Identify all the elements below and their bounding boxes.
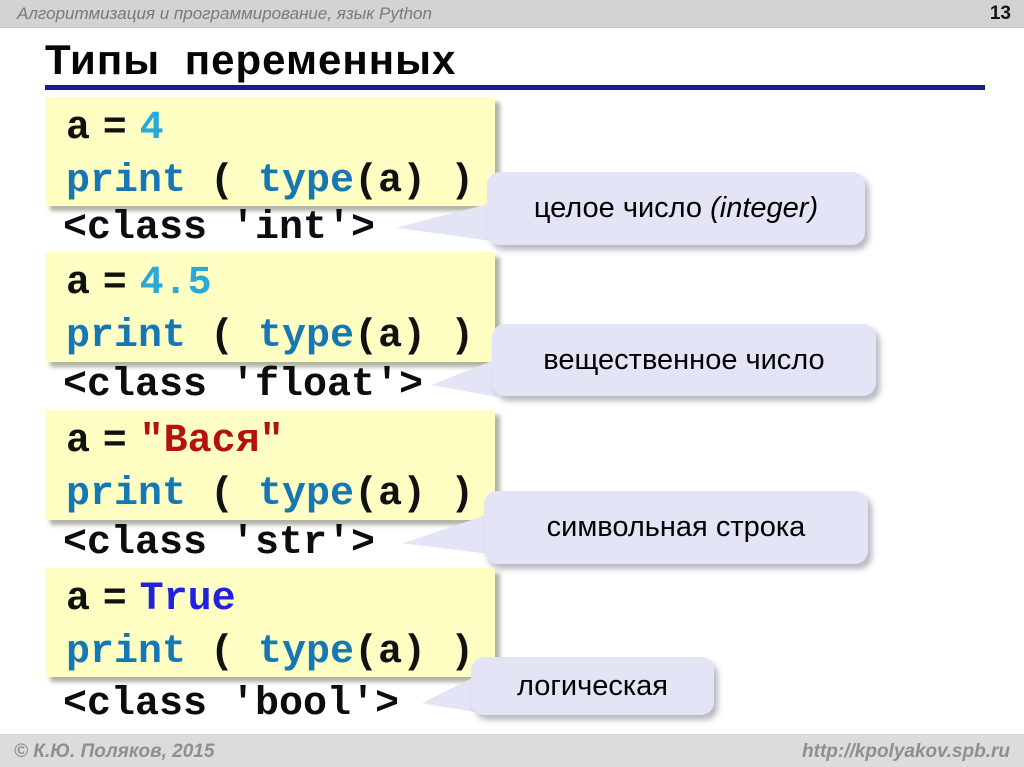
code-line-print: print ( type(a) ) xyxy=(66,468,495,521)
code-value-string: "Вася" xyxy=(140,419,284,464)
code-punctuation: ( xyxy=(186,472,258,517)
callout-float: вещественное число xyxy=(492,324,876,396)
callout-pointer-int xyxy=(396,203,492,243)
header-bar: Алгоритмизация и программирование, язык … xyxy=(0,0,1024,28)
code-punctuation: (a) ) xyxy=(354,472,474,517)
code-punctuation: (a) ) xyxy=(354,630,474,675)
copyright-text: © К.Ю. Поляков, 2015 xyxy=(14,735,214,767)
callout-bool-label: логическая xyxy=(517,670,668,703)
code-line-assignment: a = 4 xyxy=(66,102,495,155)
code-keyword-type: type xyxy=(258,472,354,517)
code-punctuation: ( xyxy=(186,159,258,204)
class-output-int: <class 'int'> xyxy=(63,206,375,252)
code-punctuation: ( xyxy=(186,630,258,675)
callout-str-label: символьная строка xyxy=(547,511,806,544)
code-punctuation: ( xyxy=(186,314,258,359)
page-number: 13 xyxy=(990,0,1011,27)
slide-container: Алгоритмизация и программирование, язык … xyxy=(0,0,1024,767)
site-url-link[interactable]: http://kpolyakov.spb.ru xyxy=(802,735,1010,767)
code-keyword-type: type xyxy=(258,630,354,675)
header-course-title: Алгоритмизация и программирование, язык … xyxy=(17,0,432,27)
code-keyword-print: print xyxy=(66,314,186,359)
code-value-number: 4.5 xyxy=(140,261,212,306)
code-value-boolean: True xyxy=(140,577,236,622)
code-variable: a = xyxy=(66,419,140,464)
code-line-print: print ( type(a) ) xyxy=(66,626,495,679)
code-value-number: 4 xyxy=(140,106,164,151)
callout-str: символьная строка xyxy=(484,491,868,564)
callout-pointer-float xyxy=(431,359,497,399)
code-block-int: a = 4 print ( type(a) ) xyxy=(45,97,495,206)
callout-float-label: вещественное число xyxy=(543,344,824,377)
code-block-float: a = 4.5 print ( type(a) ) xyxy=(45,252,495,362)
code-punctuation: (a) ) xyxy=(354,159,474,204)
code-line-assignment: a = 4.5 xyxy=(66,257,495,310)
footer-bar: © К.Ю. Поляков, 2015 http://kpolyakov.sp… xyxy=(0,734,1024,767)
callout-pointer-bool xyxy=(422,676,476,714)
code-block-str: a = "Вася" print ( type(a) ) xyxy=(45,410,495,520)
class-output-bool: <class 'bool'> xyxy=(63,682,399,728)
code-keyword-print: print xyxy=(66,630,186,675)
code-keyword-print: print xyxy=(66,472,186,517)
code-keyword-type: type xyxy=(258,314,354,359)
code-line-print: print ( type(a) ) xyxy=(66,155,495,208)
callout-int-label-em: (integer) xyxy=(710,192,818,225)
code-line-print: print ( type(a) ) xyxy=(66,310,495,363)
code-line-assignment: a = True xyxy=(66,573,495,626)
callout-bool: логическая xyxy=(471,657,714,715)
code-line-assignment: a = "Вася" xyxy=(66,415,495,468)
code-variable: a = xyxy=(66,106,140,151)
class-output-str: <class 'str'> xyxy=(63,521,375,567)
class-output-float: <class 'float'> xyxy=(63,363,423,409)
code-variable: a = xyxy=(66,577,140,622)
code-keyword-type: type xyxy=(258,159,354,204)
code-block-bool: a = True print ( type(a) ) xyxy=(45,568,495,677)
callout-int-label: целое число xyxy=(534,192,710,225)
code-variable: a = xyxy=(66,261,140,306)
title-underline xyxy=(45,85,985,90)
code-keyword-print: print xyxy=(66,159,186,204)
code-punctuation: (a) ) xyxy=(354,314,474,359)
page-title: Типы переменных xyxy=(45,36,456,84)
callout-int: целое число (integer) xyxy=(487,172,865,245)
